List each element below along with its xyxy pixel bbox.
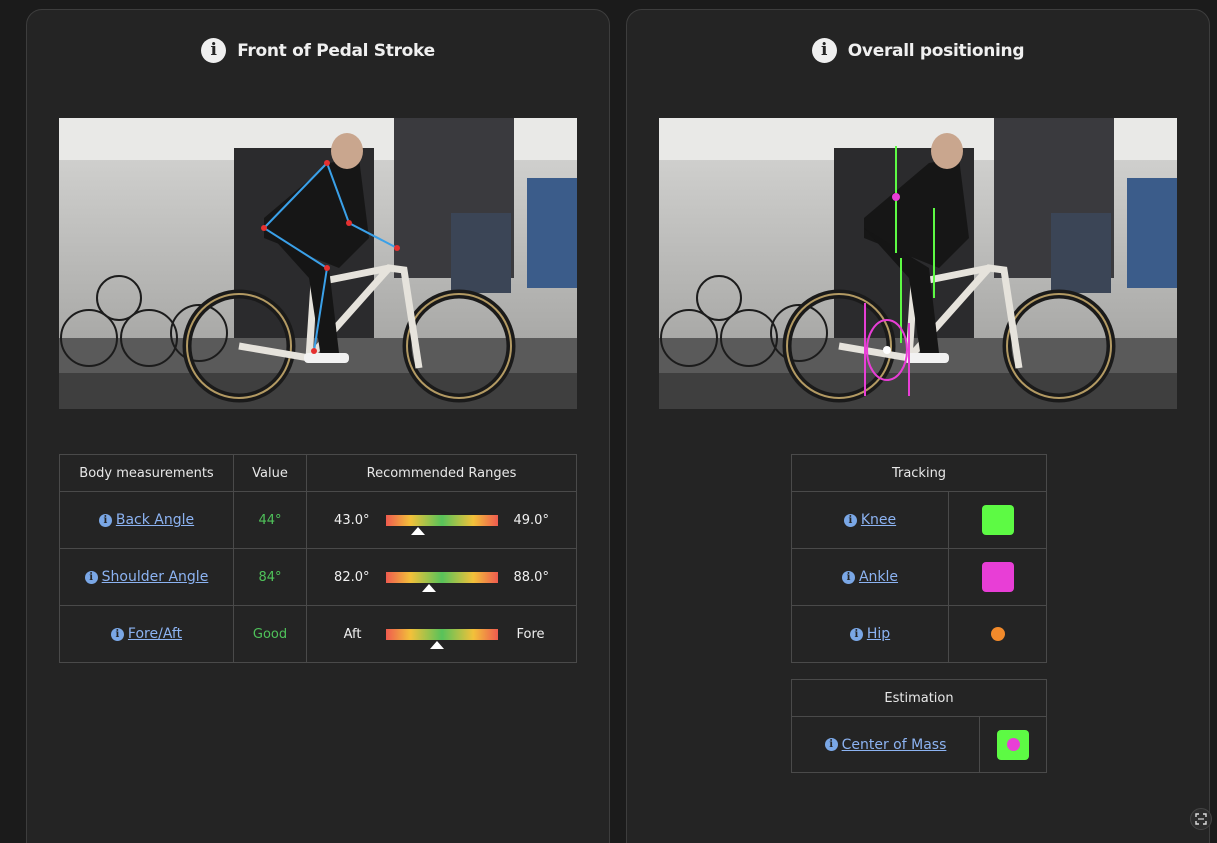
shoulder-angle-link[interactable]: Shoulder Angle: [102, 569, 209, 585]
range-gradient-bar: [385, 571, 498, 592]
column-header-recommended-ranges: Recommended Ranges: [306, 454, 577, 492]
column-header-estimation: Estimation: [791, 679, 1047, 717]
fore-aft-link[interactable]: Fore/Aft: [128, 626, 182, 642]
rider-photo-tracking: [659, 118, 1177, 409]
measurement-cell: i Back Angle: [59, 491, 234, 549]
table-row: i Knee: [791, 491, 1047, 549]
table-row: i Hip: [791, 605, 1047, 663]
front-of-pedal-stroke-panel: i Front of Pedal Stroke Body measurement…: [26, 9, 610, 843]
range-max: 49.0°: [513, 512, 549, 528]
estimation-cell: i Center of Mass: [791, 716, 980, 773]
info-icon[interactable]: i: [110, 627, 124, 641]
range-min: 43.0°: [334, 512, 370, 528]
range-min: 82.0°: [334, 569, 370, 585]
range-gradient-bar: [385, 628, 498, 649]
range-max: Fore: [516, 626, 545, 642]
range-marker: [410, 526, 425, 535]
tracking-cell: i Knee: [791, 491, 949, 549]
tracking-color-cell: [948, 548, 1047, 606]
center-of-mass-dot: [1006, 738, 1020, 751]
table-header-row: Body measurements Value Recommended Rang…: [59, 454, 577, 492]
panel-title: i Front of Pedal Stroke: [27, 38, 609, 63]
info-icon[interactable]: i: [84, 570, 98, 584]
info-icon[interactable]: i: [841, 570, 855, 584]
column-header-body-measurements: Body measurements: [59, 454, 234, 492]
range-gradient-bar: [385, 514, 498, 535]
range-cell: Aft Fore: [306, 605, 577, 663]
ankle-link[interactable]: Ankle: [859, 569, 898, 585]
info-icon[interactable]: i: [201, 38, 227, 63]
table-row: i Shoulder Angle 84° 82.0° 88.0°: [59, 548, 577, 606]
center-of-mass-link[interactable]: Center of Mass: [842, 737, 947, 753]
hip-color-dot: [990, 627, 1005, 641]
range-cell: 43.0° 49.0°: [306, 491, 577, 549]
info-icon[interactable]: i: [849, 627, 863, 641]
hip-link[interactable]: Hip: [867, 626, 890, 642]
table-row: i Ankle: [791, 548, 1047, 606]
column-header-tracking: Tracking: [791, 454, 1047, 492]
range-max: 88.0°: [513, 569, 549, 585]
table-header-row: Tracking: [791, 454, 1047, 492]
table-row: i Fore/Aft Good Aft Fore: [59, 605, 577, 663]
panel-title-text: Front of Pedal Stroke: [237, 40, 435, 61]
center-of-mass-swatch: [997, 729, 1029, 760]
table-header-row: Estimation: [791, 679, 1047, 717]
tracking-table: Tracking i Knee i Ankle i Hip: [791, 454, 1047, 663]
tracking-color-cell: [948, 491, 1047, 549]
panel-title-text: Overall positioning: [847, 40, 1025, 61]
measurement-value: Good: [233, 605, 307, 663]
table-row: i Back Angle 44° 43.0° 49.0°: [59, 491, 577, 549]
screen-capture-button[interactable]: [1190, 808, 1212, 830]
estimation-color-cell: [979, 716, 1047, 773]
column-header-value: Value: [233, 454, 307, 492]
measurement-cell: i Fore/Aft: [59, 605, 234, 663]
range-marker: [422, 583, 437, 592]
info-icon[interactable]: i: [98, 513, 112, 527]
tracking-cell: i Ankle: [791, 548, 949, 606]
range-marker: [430, 640, 445, 649]
body-measurements-table: Body measurements Value Recommended Rang…: [59, 454, 577, 663]
range-cell: 82.0° 88.0°: [306, 548, 577, 606]
overall-positioning-panel: i Overall positioning Tracking i Knee i …: [626, 9, 1210, 843]
table-row: i Center of Mass: [791, 716, 1047, 773]
measurement-value: 84°: [233, 548, 307, 606]
info-icon[interactable]: i: [843, 513, 857, 527]
panel-title: i Overall positioning: [627, 38, 1209, 63]
info-icon[interactable]: i: [811, 38, 837, 63]
ankle-color-swatch: [981, 562, 1014, 592]
info-icon[interactable]: i: [824, 738, 838, 751]
tracking-cell: i Hip: [791, 605, 949, 663]
knee-color-swatch: [981, 505, 1014, 535]
rider-photo-skeleton: [59, 118, 577, 409]
knee-link[interactable]: Knee: [861, 512, 896, 528]
tracking-color-cell: [948, 605, 1047, 663]
estimation-table: Estimation i Center of Mass: [791, 679, 1047, 773]
scan-icon: [1195, 813, 1207, 825]
back-angle-link[interactable]: Back Angle: [116, 512, 194, 528]
measurement-cell: i Shoulder Angle: [59, 548, 234, 606]
range-min: Aft: [343, 626, 362, 642]
measurement-value: 44°: [233, 491, 307, 549]
